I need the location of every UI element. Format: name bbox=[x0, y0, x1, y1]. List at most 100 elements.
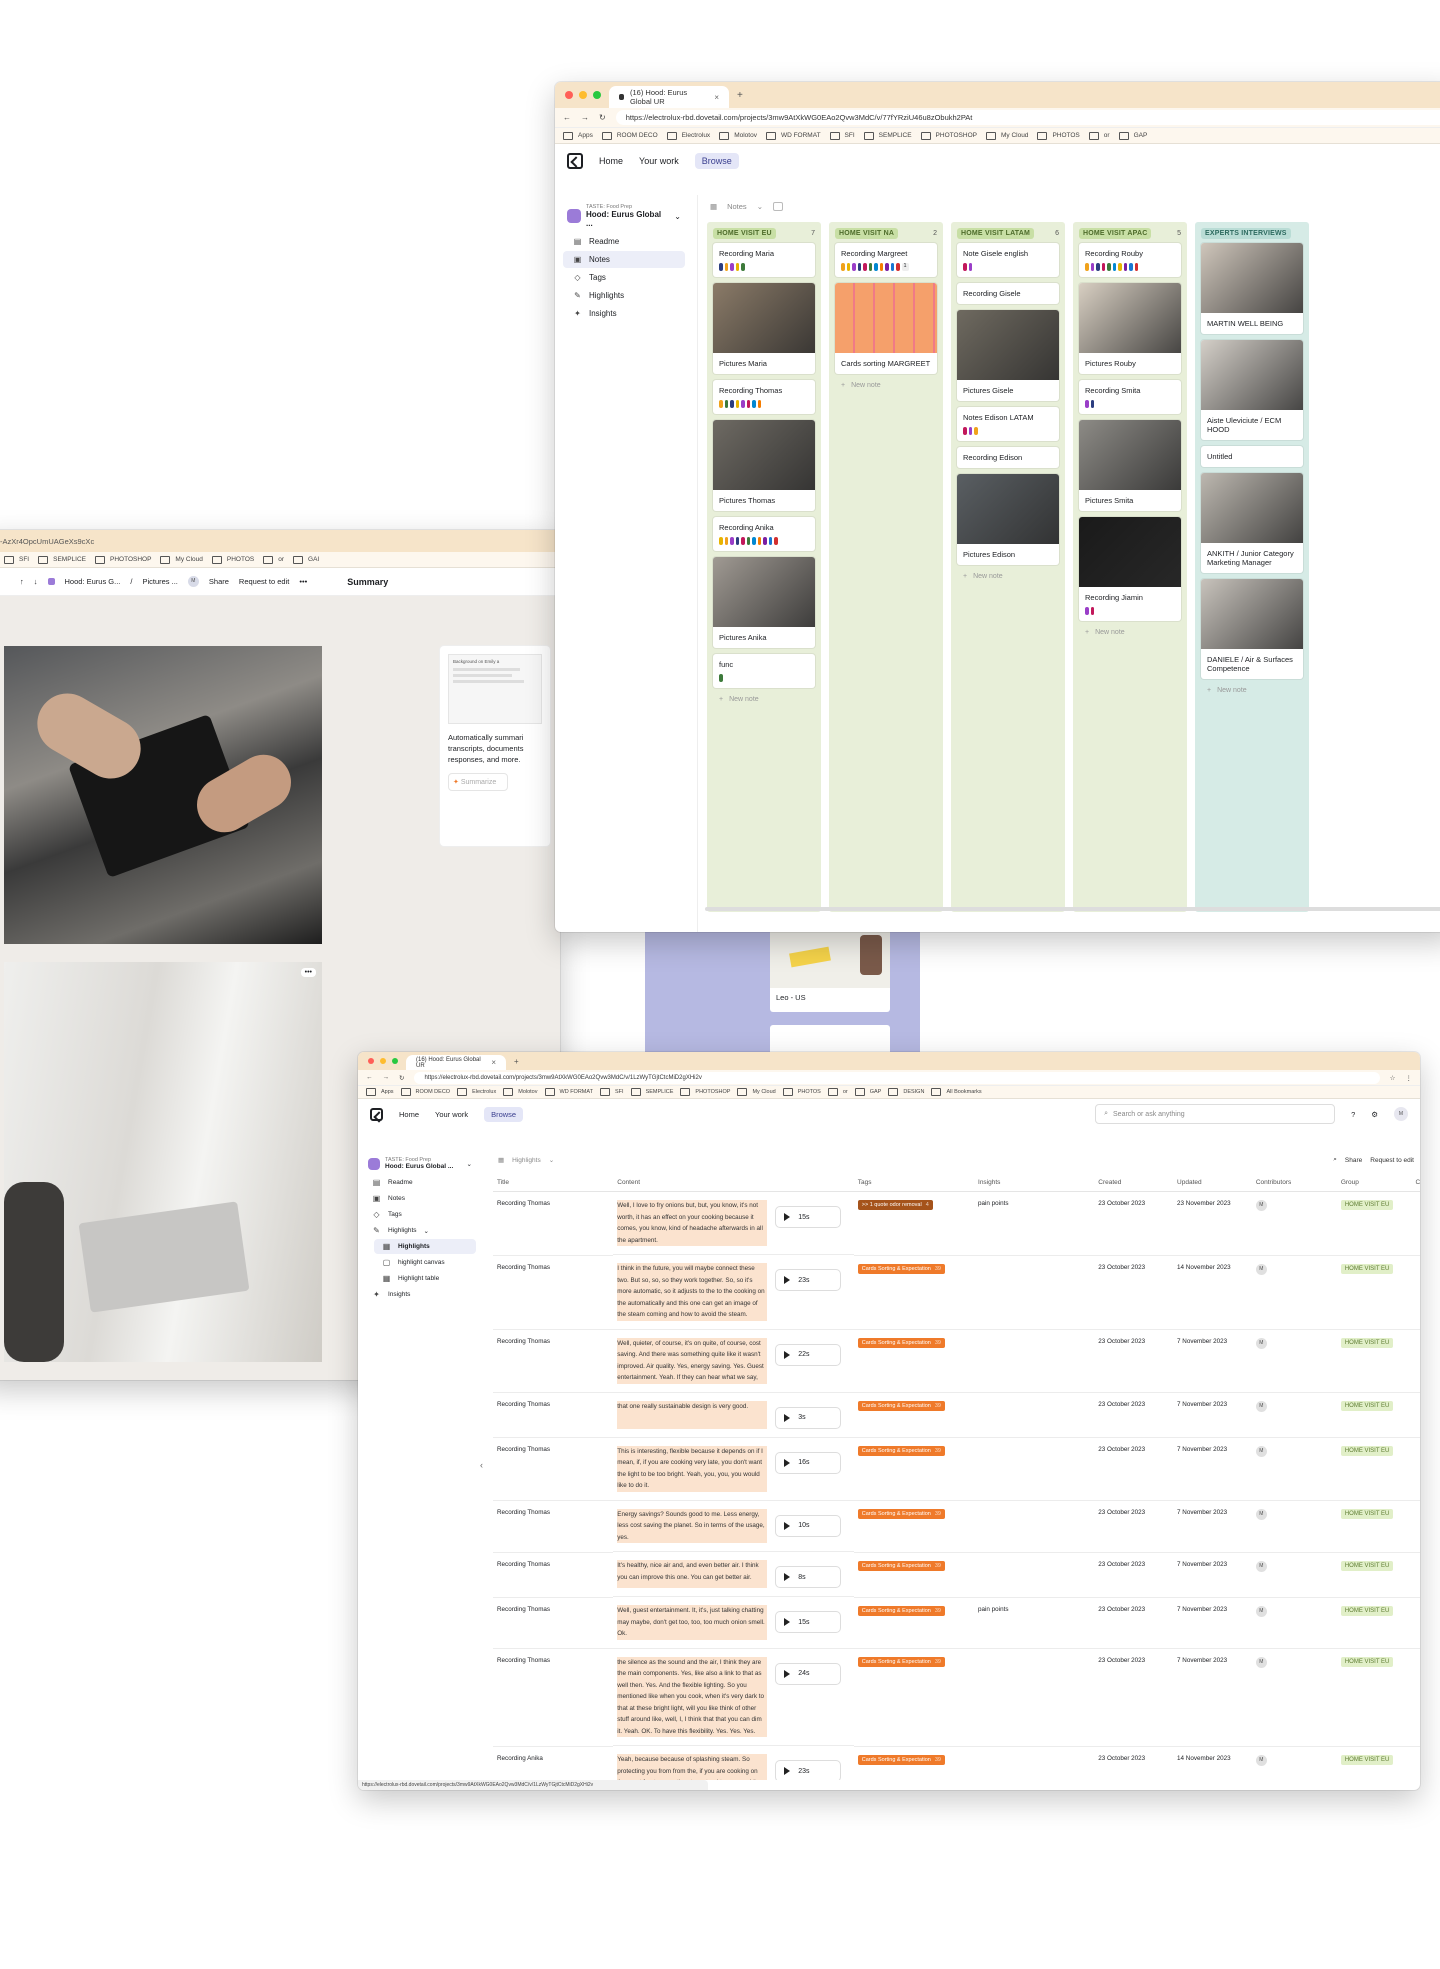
table-scroll[interactable]: Title Content Tags Insights Created Updated Co… bbox=[493, 1174, 1420, 1780]
table-row[interactable]: Recording Thomas the silence as the sound… bbox=[493, 1648, 1420, 1747]
note-card[interactable]: Recording Gisele bbox=[957, 283, 1059, 304]
play-clip-button[interactable]: 15s bbox=[775, 1611, 842, 1633]
new-note-button[interactable]: + New note bbox=[707, 694, 821, 711]
note-card[interactable]: Recording Margreet 1 bbox=[835, 243, 937, 277]
group-badge[interactable]: HOME VISIT EU bbox=[1340, 1401, 1394, 1411]
bookmark-my-cloud[interactable]: My Cloud bbox=[986, 132, 1028, 140]
sidebar-item-highlights[interactable]: ✎ Highlights ⌄ bbox=[364, 1223, 476, 1238]
sidebar-item-highlight-canvas[interactable]: ▢ highlight canvas bbox=[374, 1255, 476, 1270]
contributor-avatar[interactable]: M bbox=[1255, 1509, 1267, 1520]
bookmark-semplice[interactable]: SEMPLICE bbox=[864, 132, 912, 140]
nav-home[interactable]: Home bbox=[399, 1110, 419, 1119]
photo-top[interactable] bbox=[4, 646, 322, 944]
highlight-text[interactable]: Well, quieter, of course, it's on quite,… bbox=[617, 1337, 768, 1384]
bookmark-semplice[interactable]: SEMPLICE bbox=[631, 1088, 674, 1096]
nav-your-work[interactable]: Your work bbox=[639, 156, 679, 166]
nav-your-work[interactable]: Your work bbox=[435, 1110, 468, 1119]
sidebar-item-highlight-table[interactable]: ▦ Highlight table bbox=[374, 1271, 476, 1286]
search-input[interactable]: ⌕ Search or ask anything bbox=[1095, 1104, 1336, 1124]
back-icon[interactable]: ← bbox=[563, 113, 571, 122]
new-note-button[interactable]: + New note bbox=[951, 571, 1065, 588]
bookmark-molotov[interactable]: Molotov bbox=[719, 132, 757, 140]
contributor-avatar[interactable]: M bbox=[1255, 1657, 1267, 1668]
note-card[interactable]: ANKITH / Junior Category Marketing Manag… bbox=[1201, 473, 1303, 573]
sidebar-item-tags[interactable]: ◇ Tags bbox=[364, 1207, 476, 1222]
share-button[interactable]: Share bbox=[1345, 1157, 1362, 1164]
collapse-sidebar-icon[interactable]: ‹ bbox=[480, 1460, 483, 1470]
new-note-button[interactable]: + New note bbox=[829, 380, 943, 397]
play-clip-button[interactable]: 8s bbox=[775, 1566, 842, 1588]
reload-icon[interactable]: ↻ bbox=[399, 1074, 404, 1082]
sidebar-item-readme[interactable]: ▤ Readme bbox=[364, 1175, 476, 1190]
window-controls[interactable] bbox=[368, 1058, 398, 1064]
contributor-avatar[interactable]: M bbox=[1255, 1401, 1267, 1412]
group-badge[interactable]: HOME VISIT EU bbox=[1340, 1338, 1394, 1348]
note-card[interactable]: Notes Edison LATAM bbox=[957, 407, 1059, 441]
table-row[interactable]: Recording Thomas Well, guest entertainmen… bbox=[493, 1597, 1420, 1649]
bookmark-gap[interactable]: GAP bbox=[855, 1088, 882, 1096]
bookmark-sfi[interactable]: SFI bbox=[600, 1088, 624, 1096]
leo-card-next[interactable] bbox=[770, 1025, 890, 1055]
column-header-city[interactable]: City bbox=[1411, 1174, 1420, 1192]
note-card[interactable]: DANIELE / Air & Surfaces Competence bbox=[1201, 579, 1303, 679]
note-card[interactable]: Aiste Uleviciute / ECM HOOD bbox=[1201, 340, 1303, 440]
bookmark-photos[interactable]: PHOTOS bbox=[783, 1088, 821, 1096]
search-icon[interactable]: ⌕ bbox=[1333, 1156, 1337, 1164]
highlight-text[interactable]: I think in the future, you will maybe co… bbox=[617, 1263, 768, 1321]
group-badge[interactable]: HOME VISIT EU bbox=[1340, 1446, 1394, 1456]
group-badge[interactable]: HOME VISIT EU bbox=[1340, 1200, 1394, 1210]
column-header-updated[interactable]: Updated bbox=[1173, 1174, 1252, 1192]
new-tab-icon[interactable]: + bbox=[514, 1057, 519, 1066]
bookmark-wd-format[interactable]: WD FORMAT bbox=[766, 132, 821, 140]
dovetail-logo-icon[interactable] bbox=[567, 153, 583, 169]
tag-chip[interactable]: Cards Sorting & Expectation 39 bbox=[857, 1560, 945, 1571]
user-avatar[interactable]: M bbox=[1394, 1107, 1408, 1121]
bookmark-photoshop[interactable]: PHOTOSHOP bbox=[95, 556, 151, 564]
contributor-avatar[interactable]: M bbox=[1255, 1200, 1267, 1211]
tag-chip[interactable]: Cards Sorting & Expectation 39 bbox=[857, 1754, 945, 1765]
highlight-text[interactable]: Well, I love to fry onions but, but, you… bbox=[617, 1200, 768, 1246]
new-note-button[interactable]: + New note bbox=[1073, 627, 1187, 644]
highlight-text[interactable]: Well, guest entertainment. It, it's, jus… bbox=[617, 1605, 768, 1640]
more-button[interactable]: ••• bbox=[300, 968, 316, 977]
column-header-contributors[interactable]: Contributors bbox=[1251, 1174, 1337, 1192]
tag-chip[interactable]: Cards Sorting & Expectation 39 bbox=[857, 1401, 945, 1411]
share-button[interactable]: Share bbox=[209, 577, 229, 586]
play-clip-button[interactable]: 15s bbox=[775, 1206, 842, 1228]
bookmark-photos[interactable]: PHOTOS bbox=[1037, 132, 1079, 140]
bookmark-apps[interactable]: Apps bbox=[366, 1088, 394, 1096]
highlight-text[interactable]: that one really sustainable design is ve… bbox=[617, 1400, 768, 1429]
column-header[interactable]: HOME VISIT LATAM 6 bbox=[951, 222, 1065, 243]
project-switcher[interactable]: TASTE: Food Prep Hood: Eurus Global ... ⌄ bbox=[559, 200, 689, 232]
browser-tab[interactable]: (16) Hood: Eurus Global UR × bbox=[406, 1055, 506, 1070]
group-badge[interactable]: HOME VISIT EU bbox=[1340, 1605, 1394, 1616]
tag-chip[interactable]: Cards Sorting & Expectation 39 bbox=[857, 1605, 945, 1616]
bookmark-room-deco[interactable]: ROOM DECO bbox=[401, 1088, 451, 1096]
sidebar-item-notes[interactable]: ▣ Notes bbox=[364, 1191, 476, 1206]
column-header[interactable]: EXPERTS INTERVIEWS bbox=[1195, 222, 1309, 243]
new-note-button[interactable]: + New note bbox=[1195, 685, 1309, 702]
page-crumb[interactable]: Pictures ... bbox=[142, 577, 177, 586]
tag-chip[interactable]: Cards Sorting & Expectation 39 bbox=[857, 1338, 945, 1348]
tag-chip[interactable]: Cards Sorting & Expectation 39 bbox=[857, 1263, 945, 1274]
photo-bottom[interactable]: ••• bbox=[4, 962, 322, 1362]
contributor-avatar[interactable]: M bbox=[1255, 1338, 1267, 1349]
group-badge[interactable]: HOME VISIT EU bbox=[1340, 1509, 1394, 1519]
nav-browse[interactable]: Browse bbox=[484, 1106, 524, 1122]
sidebar-item-tags[interactable]: ◇ Tags bbox=[563, 269, 685, 286]
contributor-avatar[interactable]: M bbox=[1255, 1560, 1267, 1572]
extensions-icon[interactable]: ⋮ bbox=[1406, 1074, 1413, 1082]
group-badge[interactable]: HOME VISIT EU bbox=[1340, 1657, 1394, 1667]
table-row[interactable]: Recording Anika Yeah, because because of … bbox=[493, 1746, 1420, 1780]
highlight-text[interactable]: This is interesting, flexible because it… bbox=[617, 1445, 768, 1492]
table-row[interactable]: Recording Thomas I think in the future, y… bbox=[493, 1255, 1420, 1330]
request-edit-button[interactable]: Request to edit bbox=[239, 577, 289, 586]
horizontal-scrollbar[interactable] bbox=[705, 907, 1440, 911]
play-clip-button[interactable]: 23s bbox=[775, 1760, 842, 1780]
leo-card[interactable]: Leo - US bbox=[770, 930, 890, 1012]
highlight-text[interactable]: Energy savings? Sounds good to me. Less … bbox=[617, 1508, 768, 1543]
tag-chip[interactable]: Cards Sorting & Expectation 39 bbox=[857, 1657, 945, 1667]
dovetail-logo-icon[interactable] bbox=[370, 1107, 383, 1121]
bookmark-sfi[interactable]: SFI bbox=[4, 556, 29, 564]
note-card[interactable]: Note Gisele english bbox=[957, 243, 1059, 277]
